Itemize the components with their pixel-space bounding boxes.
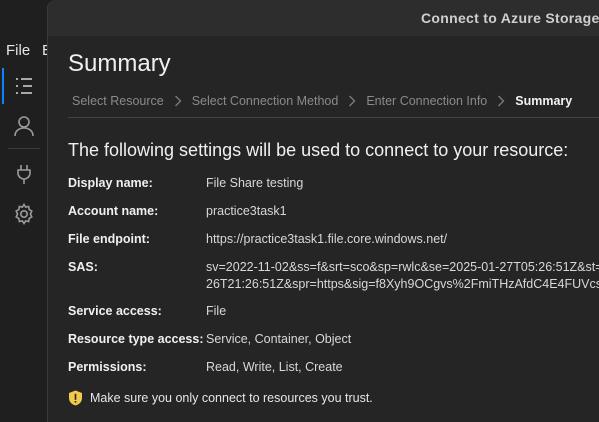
activity-plug[interactable] — [0, 152, 48, 196]
plug-icon — [17, 165, 31, 184]
activity-bar — [0, 64, 48, 422]
activity-account[interactable] — [0, 104, 48, 148]
menu-bar: File E — [0, 38, 52, 64]
field-value-continued: 26T21:26:51Z&spr=https&sig=f8Xyh9OCgvs%2… — [206, 277, 599, 291]
shield-warning-icon — [68, 390, 83, 406]
chevron-right-icon — [348, 95, 356, 107]
trust-warning-text: Make sure you only connect to resources … — [90, 391, 373, 405]
field-label: Account name: — [68, 204, 159, 218]
dialog-window-title: Connect to Azure Storage — [421, 10, 599, 26]
field-value: Read, Write, List, Create — [206, 360, 343, 374]
connect-dialog: Connect to Azure Storage Summary Select … — [47, 0, 599, 422]
breadcrumb-divider — [68, 117, 599, 118]
page-title: Summary — [68, 50, 171, 77]
field-label: Resource type access: — [68, 332, 204, 346]
breadcrumb: Select Resource Select Connection Method… — [72, 94, 572, 108]
gear-icon — [15, 202, 33, 226]
field-value: https://practice3task1.file.core.windows… — [206, 232, 448, 246]
trust-warning: Make sure you only connect to resources … — [68, 390, 373, 406]
field-value: sv=2022-11-02&ss=f&srt=sco&sp=rwlc&se=20… — [206, 260, 599, 274]
activity-settings[interactable] — [0, 192, 48, 236]
chevron-right-icon — [174, 95, 182, 107]
field-label: Service access: — [68, 304, 162, 318]
field-value: Service, Container, Object — [206, 332, 352, 346]
breadcrumb-select-connection-method[interactable]: Select Connection Method — [192, 94, 339, 108]
chevron-right-icon — [497, 95, 505, 107]
field-label: File endpoint: — [68, 232, 150, 246]
breadcrumb-enter-connection-info[interactable]: Enter Connection Info — [366, 94, 487, 108]
explorer-icon — [16, 78, 32, 94]
dialog-titlebar: Connect to Azure Storage — [48, 0, 599, 36]
field-value: File — [206, 304, 227, 318]
account-icon — [14, 116, 34, 137]
field-label: Display name: — [68, 176, 153, 190]
breadcrumb-summary: Summary — [515, 94, 573, 108]
field-label: SAS: — [68, 260, 98, 274]
field-value: practice3task1 — [206, 204, 287, 218]
field-value: File Share testing — [206, 176, 304, 190]
menu-file[interactable]: File — [6, 42, 30, 59]
activity-explorer[interactable] — [0, 64, 48, 108]
activity-separator — [8, 148, 40, 149]
summary-intro: The following settings will be used to c… — [68, 140, 569, 160]
breadcrumb-select-resource[interactable]: Select Resource — [72, 94, 164, 108]
field-label: Permissions: — [68, 360, 147, 374]
